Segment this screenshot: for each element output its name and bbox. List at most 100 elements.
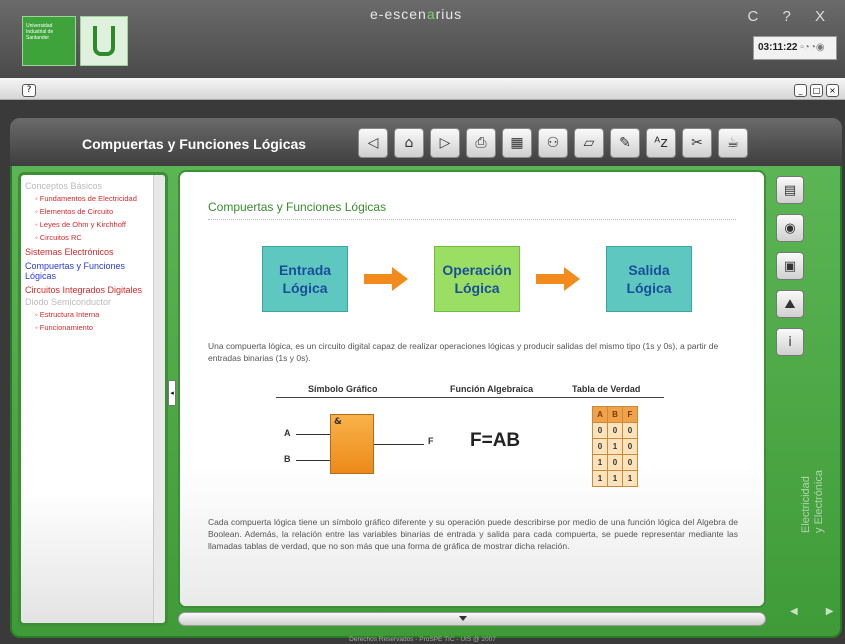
sidebar-item[interactable]: Sistemas Electrónicos [25, 247, 149, 257]
print-icon[interactable]: ⎙ [466, 128, 496, 158]
eraser-icon[interactable]: ▱ [574, 128, 604, 158]
truth-table-cell: 1 [622, 470, 638, 487]
app-title: e-escenarius [370, 6, 462, 22]
sidebar-item[interactable]: Compuertas y Funciones Lógicas [25, 261, 149, 281]
column-truth-table: Tabla de Verdad [572, 384, 641, 394]
university-logo: Universidad Industrial de Santander [22, 16, 76, 66]
flow-box-input: Entrada Lógica [262, 246, 348, 312]
minimize-button[interactable]: _ [794, 84, 807, 97]
input-a-label: A [284, 428, 291, 438]
truth-table-cell: 0 [622, 454, 638, 471]
uis-mark-icon [93, 26, 115, 56]
header-rule [276, 397, 664, 398]
truth-table-cell: A [592, 406, 608, 423]
footer: Derechos Reservados - ProSPE TIC - UIS @… [349, 636, 496, 643]
clock-icons: ▫◔◔◉ [800, 42, 825, 53]
truth-table: A B F 0 0 0 0 1 0 1 0 0 1 1 1 [592, 406, 638, 487]
course-label-2: y Electrónica [813, 470, 825, 533]
input-b-label: B [284, 454, 291, 464]
sidebar-item[interactable]: ◦ Estructura Interna [25, 310, 149, 320]
title-divider [208, 219, 736, 220]
truth-table-row: 0 1 0 [592, 438, 638, 455]
output-wire [374, 444, 424, 445]
intro-paragraph: Una compuerta lógica, es un circuito dig… [208, 341, 719, 363]
calculator-icon[interactable]: ▦ [502, 128, 532, 158]
course-label-1: Electricidad [800, 476, 812, 533]
truth-table-cell: 0 [622, 422, 638, 439]
video-icon[interactable]: ▣ [776, 252, 804, 280]
page-nav[interactable]: ◀▶ [790, 606, 845, 617]
close-button[interactable]: × [826, 84, 839, 97]
truth-table-cell: 1 [607, 470, 623, 487]
window-buttons: _ □ × [794, 84, 839, 97]
audio-icon[interactable]: ◉ [776, 214, 804, 242]
input-a-wire [296, 434, 330, 435]
cup-icon[interactable]: ☕ [718, 128, 748, 158]
sidebar-item[interactable]: ◦ Leyes de Ohm y Kirchhoff [25, 220, 149, 230]
title-bar: Universidad Industrial de Santander e-es… [0, 0, 845, 78]
lesson-toolbar: ◁ ⌂ ▷ ⎙ ▦ ⚇ ▱ ✎ ᴬz ✂ ☕ [358, 128, 748, 158]
maximize-button[interactable]: □ [810, 84, 823, 97]
sidebar-list: Conceptos Básicos ◦ Fundamentos de Electr… [21, 175, 165, 337]
uis-logo [80, 16, 128, 66]
sidebar-heading: Diodo Semiconductor [25, 297, 112, 307]
and-gate-symbol: & [330, 414, 374, 474]
truth-table-cell: B [607, 406, 623, 423]
flow-box-operation: Operación Lógica [434, 246, 520, 312]
explanation-paragraph: Cada compuerta lógica tiene un símbolo g… [208, 517, 738, 551]
course-watermark: Electricidad y Electrónica [800, 470, 826, 533]
column-function: Función Algebraica [450, 384, 534, 394]
topic-sidebar: Conceptos Básicos ◦ Fundamentos de Electr… [18, 172, 168, 626]
truth-table-cell: 0 [592, 422, 608, 439]
sidebar-scrollbar[interactable] [153, 175, 165, 623]
truth-table-cell: 1 [592, 454, 608, 471]
sidebar-item[interactable]: Circuitos Integrados Digitales [25, 285, 149, 295]
truth-table-cell: 1 [607, 438, 623, 455]
truth-table-cell: 0 [607, 454, 623, 471]
truth-table-cell: F [622, 406, 638, 423]
info-icon[interactable]: i [776, 328, 804, 356]
boolean-expression: F=AB [470, 430, 521, 451]
truth-table-cell: 0 [607, 422, 623, 439]
window-controls[interactable]: C ? X [747, 8, 835, 25]
document-icon[interactable]: ▤ [776, 176, 804, 204]
truth-table-header: A B F [592, 406, 638, 423]
sidebar-collapse-button[interactable]: ◂ [168, 380, 176, 406]
glossary-icon[interactable]: ᴬz [646, 128, 676, 158]
tools-icon[interactable]: ✂ [682, 128, 712, 158]
app-title-pre: e-escen [370, 6, 427, 22]
resource-toolbar: ▤ ◉ ▣ ⛰ i [776, 176, 804, 356]
sidebar-heading: Conceptos Básicos [25, 181, 103, 191]
input-b-wire [296, 460, 330, 461]
truth-table-row: 1 1 1 [592, 470, 638, 487]
app-title-post: rius [435, 6, 463, 22]
help-button[interactable]: ? [22, 84, 36, 97]
section-title: Compuertas y Funciones Lógicas [82, 136, 307, 152]
truth-table-cell: 0 [622, 438, 638, 455]
university-name: Universidad Industrial de Santander [26, 23, 54, 41]
secondary-toolbar [0, 78, 845, 100]
sidebar-item[interactable]: ◦ Fundamentos de Electricidad [25, 194, 149, 204]
flow-arrow-icon [536, 267, 580, 291]
clock: 03:11:22 ▫◔◔◉ [753, 36, 837, 60]
sidebar-item[interactable]: ◦ Circuitos RC [25, 233, 149, 243]
notes-icon[interactable]: ✎ [610, 128, 640, 158]
app-title-mid: a [426, 6, 436, 22]
gate-label: & [334, 417, 342, 427]
output-f-label: F [428, 436, 434, 446]
lesson-title: Compuertas y Funciones Lógicas [208, 200, 387, 214]
sidebar-item[interactable]: ◦ Funcionamiento [25, 323, 149, 333]
back-icon[interactable]: ◁ [358, 128, 388, 158]
next-icon[interactable]: ▷ [430, 128, 460, 158]
content-scrollbar[interactable] [178, 612, 766, 626]
image-icon[interactable]: ⛰ [776, 290, 804, 318]
truth-table-cell: 0 [592, 438, 608, 455]
sidebar-item[interactable]: ◦ Elementos de Circuito [25, 207, 149, 217]
sidebar-background [21, 493, 159, 623]
flow-box-output: Salida Lógica [606, 246, 692, 312]
truth-table-row: 0 0 0 [592, 422, 638, 439]
home-icon[interactable]: ⌂ [394, 128, 424, 158]
scroll-down-icon[interactable] [459, 616, 467, 621]
truth-table-cell: 1 [592, 470, 608, 487]
network-icon[interactable]: ⚇ [538, 128, 568, 158]
